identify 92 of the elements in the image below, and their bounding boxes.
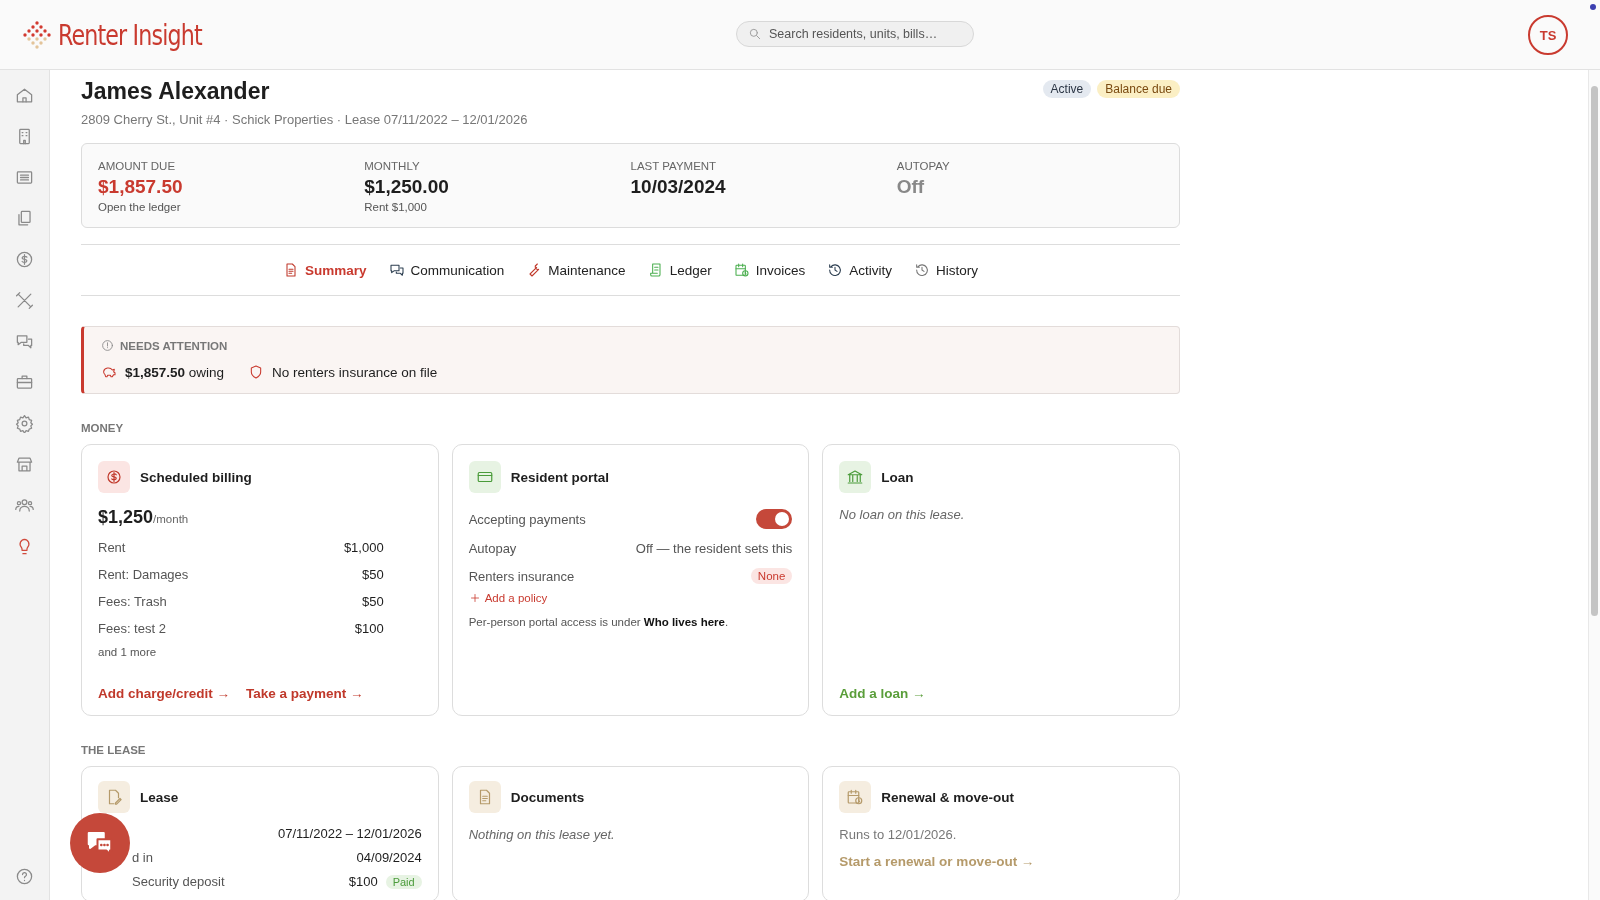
lease-end-text: Runs to 12/01/2026.	[839, 827, 958, 842]
summary-note: Rent $1,000	[364, 201, 428, 213]
card-title: Loan	[881, 469, 914, 485]
summary-value: $1,250.00	[364, 176, 450, 198]
help-icon	[15, 867, 34, 886]
charge-amount: $100	[354, 621, 384, 636]
charge-label: Rent	[98, 540, 126, 555]
tab[interactable]: Invoices	[733, 262, 806, 278]
charge-amount: $50	[361, 594, 384, 609]
empty-text: No loan on this lease.	[839, 507, 966, 522]
paid-badge: Paid	[385, 874, 422, 889]
plus-icon	[468, 592, 481, 604]
summary-value: Off	[896, 176, 926, 198]
resident-name: James Alexander	[81, 77, 271, 106]
scroll-icon	[647, 262, 664, 278]
lease-label: d in	[131, 850, 153, 865]
charge-label: Fees: Trash	[98, 594, 167, 609]
document-icon	[283, 262, 299, 278]
lease-value: $100	[348, 874, 378, 889]
home-icon	[15, 86, 34, 105]
action-link[interactable]: Add a loan →	[839, 686, 926, 701]
alert-icon	[101, 339, 114, 352]
scrollbar-thumb[interactable]	[1591, 86, 1598, 616]
card-title: Documents	[510, 789, 585, 805]
charge-label: Fees: test 2	[98, 621, 166, 636]
setting-label: Accepting payments	[468, 511, 586, 527]
summary-label: LAST PAYMENT	[630, 160, 718, 172]
lease-subtitle: 2809 Cherry St., Unit #4 · Schick Properties · Lease 07/11/2022 – 12/01/2026	[81, 112, 528, 127]
card-title: Lease	[140, 789, 179, 805]
briefcase-icon	[15, 373, 34, 392]
action-link[interactable]: Add charge/credit →	[98, 686, 231, 701]
empty-text: Nothing on this lease yet.	[468, 827, 616, 842]
tab[interactable]: Summary	[283, 262, 367, 278]
summary-note: Open the ledger	[98, 201, 182, 213]
action-link[interactable]: Take a payment →	[246, 686, 364, 701]
card-title: Resident portal	[510, 469, 609, 485]
monthly-amount: $1,250/month	[98, 507, 190, 528]
card-title: Scheduled billing	[140, 469, 252, 485]
lease-label: Security deposit	[131, 874, 225, 889]
search-icon	[748, 27, 762, 41]
add-policy-link[interactable]: Add a policy	[468, 592, 793, 604]
setting-value: Off — the resident sets this	[635, 541, 793, 556]
calendar-clock-icon	[846, 788, 865, 806]
logo-icon	[22, 19, 52, 50]
chat-icon	[15, 332, 34, 351]
charge-amount: $1,000	[343, 540, 384, 555]
user-avatar[interactable]: TS	[1528, 15, 1568, 55]
lease-value: 04/09/2024	[356, 850, 422, 865]
charge-label: Rent: Damages	[98, 567, 189, 582]
status-pill: None	[750, 568, 793, 584]
setting-label: Autopay	[468, 541, 517, 556]
notification-dot	[1590, 4, 1596, 10]
charge-amount: $50	[361, 567, 384, 582]
bank-icon	[846, 468, 865, 486]
tab[interactable]: Communication	[388, 262, 505, 278]
attention-item: No renters insurance on file	[272, 364, 438, 380]
dollar-icon	[105, 468, 123, 486]
portal-note: Per-person portal access is under Who lives here.	[468, 616, 730, 628]
settings-icon	[15, 414, 34, 433]
more-charges-text: and 1 more	[98, 646, 158, 658]
status-badge: Active	[1042, 80, 1092, 98]
summary-label: MONTHLY	[364, 160, 421, 172]
card-title: Renewal & move-out	[881, 789, 1015, 805]
people-icon	[15, 496, 34, 515]
calendar-clock-icon	[733, 262, 750, 278]
search-field[interactable]: Search residents, units, bills…	[736, 21, 974, 47]
summary-label: AMOUNT DUE	[98, 160, 177, 172]
store-icon	[15, 455, 34, 474]
piggy-bank-icon	[101, 364, 117, 380]
setting-label: Renters insurance	[468, 568, 575, 584]
summary-label: AUTOPAY	[896, 160, 951, 172]
tools-icon	[15, 291, 34, 310]
dollar-icon	[15, 250, 34, 269]
section-title: MONEY	[81, 422, 125, 434]
history-icon	[914, 262, 930, 278]
status-badge: Balance due	[1097, 80, 1180, 98]
attention-item: $1,857.50 owing	[125, 364, 225, 380]
summary-value: 10/03/2024	[630, 176, 727, 198]
lease-value: 07/11/2022 – 12/01/2026	[278, 826, 422, 841]
documents-icon	[15, 209, 34, 228]
toggle-switch[interactable]	[756, 509, 793, 529]
tab[interactable]: Maintenance	[526, 262, 626, 278]
history-icon	[827, 262, 844, 278]
tab[interactable]: History	[914, 262, 978, 278]
brand-name: Renter Insight	[58, 17, 202, 52]
summary-value: $1,857.50	[98, 176, 184, 198]
attention-title: NEEDS ATTENTION	[120, 339, 228, 352]
tab[interactable]: Ledger	[647, 262, 712, 278]
chat-icon	[388, 262, 405, 278]
list-icon	[15, 168, 34, 187]
tab[interactable]: Activity	[827, 262, 892, 278]
section-title: THE LEASE	[81, 744, 147, 756]
